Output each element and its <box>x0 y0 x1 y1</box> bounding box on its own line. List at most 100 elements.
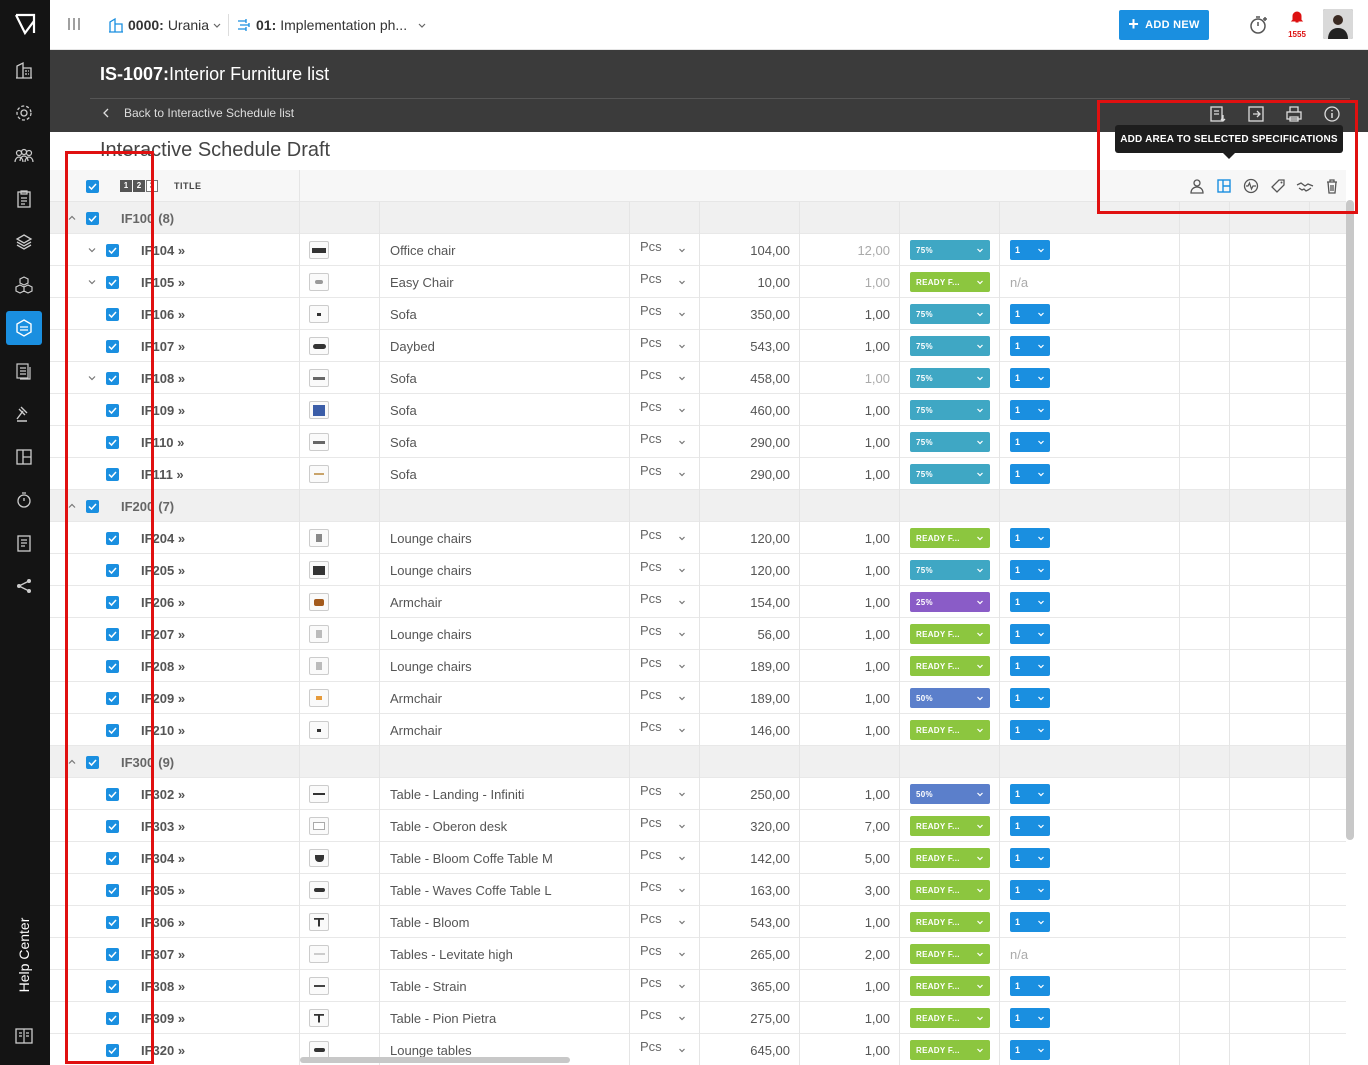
version-dropdown[interactable]: 1 <box>1010 1002 1050 1034</box>
item-thumbnail[interactable] <box>309 298 329 330</box>
unit-value[interactable]: Pcs <box>640 710 662 742</box>
sidebar-layers-icon[interactable] <box>6 225 42 259</box>
quantity-value[interactable]: 154,00 <box>700 586 790 618</box>
item-thumbnail[interactable] <box>309 714 329 746</box>
status-dropdown[interactable]: READY F... <box>910 714 990 746</box>
status-dropdown[interactable]: READY F... <box>910 906 990 938</box>
version-dropdown[interactable]: 1 <box>1010 234 1050 266</box>
sidebar-team-icon[interactable] <box>6 139 42 173</box>
status-dropdown[interactable]: READY F... <box>910 874 990 906</box>
unit-value[interactable]: Pcs <box>640 806 662 838</box>
quantity-secondary-value[interactable]: 1,00 <box>800 714 890 746</box>
quantity-value[interactable]: 543,00 <box>700 330 790 362</box>
version-dropdown[interactable]: 1 <box>1010 842 1050 874</box>
table-row[interactable]: IF208 » Lounge chairs Pcs 189,00 1,00 READY F… <box>50 650 1346 682</box>
unit-value[interactable]: Pcs <box>640 998 662 1030</box>
quantity-value[interactable]: 189,00 <box>700 682 790 714</box>
sidebar-timer-icon[interactable] <box>6 483 42 517</box>
item-thumbnail[interactable] <box>309 682 329 714</box>
quantity-secondary-value[interactable]: 1,00 <box>800 778 890 810</box>
status-dropdown[interactable]: READY F... <box>910 522 990 554</box>
app-logo-icon[interactable] <box>13 12 37 36</box>
status-dropdown[interactable]: 50% <box>910 778 990 810</box>
quantity-secondary-value[interactable]: 1,00 <box>800 682 890 714</box>
quantity-secondary-value[interactable]: 1,00 <box>800 266 890 298</box>
table-row[interactable]: IF209 » Armchair Pcs 189,00 1,00 50% 1 <box>50 682 1346 714</box>
status-dropdown[interactable]: READY F... <box>910 842 990 874</box>
unit-dropdown-chevron-icon[interactable] <box>678 906 686 938</box>
unit-value[interactable]: Pcs <box>640 454 662 486</box>
table-row[interactable]: IF107 » Daybed Pcs 543,00 1,00 75% 1 <box>50 330 1346 362</box>
unit-value[interactable]: Pcs <box>640 934 662 966</box>
item-thumbnail[interactable] <box>309 1002 329 1034</box>
table-row[interactable]: IF106 » Sofa Pcs 350,00 1,00 75% 1 <box>50 298 1346 330</box>
unit-value[interactable]: Pcs <box>640 518 662 550</box>
version-dropdown[interactable]: 1 <box>1010 1034 1050 1065</box>
version-dropdown[interactable]: 1 <box>1010 554 1050 586</box>
table-row[interactable]: IF111 » Sofa Pcs 290,00 1,00 75% 1 <box>50 458 1346 490</box>
unit-dropdown-chevron-icon[interactable] <box>678 778 686 810</box>
quantity-secondary-value[interactable]: 5,00 <box>800 842 890 874</box>
sidebar-buildings-icon[interactable] <box>6 53 42 87</box>
status-dropdown[interactable]: READY F... <box>910 1034 990 1065</box>
quantity-value[interactable]: 56,00 <box>700 618 790 650</box>
quantity-secondary-value[interactable]: 1,00 <box>800 970 890 1002</box>
version-dropdown[interactable]: 1 <box>1010 650 1050 682</box>
unit-dropdown-chevron-icon[interactable] <box>678 970 686 1002</box>
unit-value[interactable]: Pcs <box>640 966 662 998</box>
user-avatar[interactable] <box>1323 9 1353 39</box>
timer-add-icon[interactable] <box>1248 14 1270 36</box>
unit-dropdown-chevron-icon[interactable] <box>678 714 686 746</box>
table-row[interactable]: IF204 » Lounge chairs Pcs 120,00 1,00 READY F… <box>50 522 1346 554</box>
unit-value[interactable]: Pcs <box>640 390 662 422</box>
quantity-secondary-value[interactable]: 1,00 <box>800 618 890 650</box>
table-row[interactable]: IF207 » Lounge chairs Pcs 56,00 1,00 READY F.… <box>50 618 1346 650</box>
quantity-secondary-value[interactable]: 1,00 <box>800 298 890 330</box>
quantity-value[interactable]: 290,00 <box>700 458 790 490</box>
version-dropdown[interactable]: 1 <box>1010 906 1050 938</box>
table-row[interactable]: IF110 » Sofa Pcs 290,00 1,00 75% 1 <box>50 426 1346 458</box>
quantity-value[interactable]: 543,00 <box>700 906 790 938</box>
unit-value[interactable]: Pcs <box>640 1030 662 1062</box>
quantity-value[interactable]: 365,00 <box>700 970 790 1002</box>
sidebar-floorplan-icon[interactable] <box>6 440 42 474</box>
unit-value[interactable]: Pcs <box>640 422 662 454</box>
unit-value[interactable]: Pcs <box>640 838 662 870</box>
quantity-value[interactable]: 460,00 <box>700 394 790 426</box>
table-row[interactable]: IF303 » Table - Oberon desk Pcs 320,00 7,00 R… <box>50 810 1346 842</box>
unit-value[interactable]: Pcs <box>640 582 662 614</box>
table-row[interactable]: IF306 » Table - Bloom Pcs 543,00 1,00 READY F… <box>50 906 1346 938</box>
status-dropdown[interactable]: READY F... <box>910 650 990 682</box>
unit-value[interactable]: Pcs <box>640 902 662 934</box>
item-thumbnail[interactable] <box>309 426 329 458</box>
status-dropdown[interactable]: 75% <box>910 394 990 426</box>
version-dropdown[interactable]: 1 <box>1010 970 1050 1002</box>
version-dropdown[interactable]: 1 <box>1010 810 1050 842</box>
item-thumbnail[interactable] <box>309 266 329 298</box>
unit-dropdown-chevron-icon[interactable] <box>678 266 686 298</box>
item-thumbnail[interactable] <box>309 362 329 394</box>
sidebar-auction-icon[interactable] <box>6 397 42 431</box>
quantity-value[interactable]: 320,00 <box>700 810 790 842</box>
item-thumbnail[interactable] <box>309 618 329 650</box>
table-row[interactable]: IF205 » Lounge chairs Pcs 120,00 1,00 75% 1 <box>50 554 1346 586</box>
table-row[interactable]: IF210 » Armchair Pcs 146,00 1,00 READY F... 1 <box>50 714 1346 746</box>
table-row[interactable]: IF307 » Tables - Levitate high Pcs 265,00 2,… <box>50 938 1346 970</box>
unit-dropdown-chevron-icon[interactable] <box>678 618 686 650</box>
phase-selector[interactable]: 01: Implementation ph... <box>236 15 427 35</box>
quantity-secondary-value[interactable]: 1,00 <box>800 650 890 682</box>
unit-dropdown-chevron-icon[interactable] <box>678 522 686 554</box>
item-thumbnail[interactable] <box>309 810 329 842</box>
sidebar-clipboard-icon[interactable] <box>6 182 42 216</box>
item-thumbnail[interactable] <box>309 586 329 618</box>
quantity-secondary-value[interactable]: 12,00 <box>800 234 890 266</box>
status-dropdown[interactable]: 75% <box>910 554 990 586</box>
version-dropdown[interactable]: 1 <box>1010 714 1050 746</box>
unit-value[interactable]: Pcs <box>640 326 662 358</box>
help-center-link[interactable]: Help Center <box>4 900 44 1010</box>
quantity-secondary-value[interactable]: 1,00 <box>800 554 890 586</box>
table-row[interactable]: IF304 » Table - Bloom Coffe Table M Pcs 142… <box>50 842 1346 874</box>
unit-dropdown-chevron-icon[interactable] <box>678 1034 686 1065</box>
quantity-secondary-value[interactable]: 1,00 <box>800 330 890 362</box>
status-dropdown[interactable]: READY F... <box>910 938 990 970</box>
